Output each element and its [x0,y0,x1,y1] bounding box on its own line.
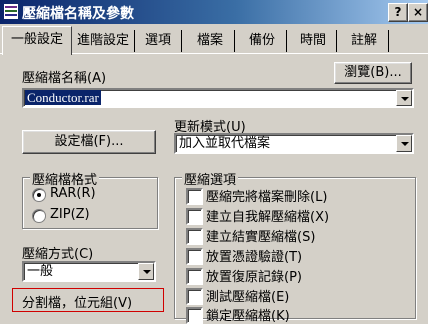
zip-radio[interactable] [32,209,46,223]
put-authenticity-checkbox[interactable] [186,248,203,265]
create-solid-label[interactable]: 建立結實壓縮檔(S) [206,226,315,245]
delete-after-archiving-label[interactable]: 壓縮完將檔案刪除(L) [206,186,327,205]
rar-radio-label[interactable]: RAR(R) [50,186,96,201]
put-authenticity-label[interactable]: 放置憑證驗證(T) [206,246,302,265]
radio-selected-dot [37,193,41,197]
profiles-button[interactable]: 設定檔(F)... [22,130,156,154]
delete-after-archiving-checkbox[interactable] [186,188,203,205]
winrar-app-icon [4,4,18,19]
zip-radio-label[interactable]: ZIP(Z) [50,207,90,222]
archive-name-dropdown-button[interactable] [396,90,412,106]
create-sfx-label[interactable]: 建立自我解壓縮檔(X) [206,206,329,225]
compression-method-select[interactable]: 一般 [22,261,156,282]
tab-advanced[interactable]: 進階設定 [72,30,135,52]
close-button[interactable]: × [408,3,428,22]
update-mode-select[interactable]: 加入並取代檔案 [174,133,414,154]
tab-comment[interactable]: 註解 [340,30,389,52]
put-recovery-record-label[interactable]: 放置復原記錄(P) [206,266,302,285]
compression-method-label: 壓縮方式(C) [22,247,94,262]
tab-files[interactable]: 檔案 [186,30,235,52]
update-mode-dropdown-button[interactable] [396,135,412,152]
tab-options[interactable]: 選項 [135,30,182,52]
archive-name-field[interactable]: Conductor.rar [22,88,414,108]
rar-radio[interactable] [32,188,46,202]
update-mode-value: 加入並取代檔案 [179,136,271,151]
tab-time[interactable]: 時間 [290,30,337,52]
split-volumes-label: 分割檔，位元組(V) [22,296,133,311]
put-recovery-record-checkbox[interactable] [186,268,203,285]
compression-method-value: 一般 [27,264,54,279]
tab-backup[interactable]: 備份 [238,30,287,52]
window-title: 壓縮檔名稱及參數 [22,6,134,22]
browse-button[interactable]: 瀏覽(B)... [334,62,412,84]
create-solid-checkbox[interactable] [186,228,203,245]
create-sfx-checkbox[interactable] [186,208,203,225]
compression-method-dropdown-button[interactable] [138,263,154,280]
test-archive-label[interactable]: 測試壓縮檔(E) [206,286,289,305]
archive-name-value: Conductor.rar [25,90,101,105]
lock-archive-label[interactable]: 鎖定壓縮檔(K) [206,305,290,324]
archive-name-label: 壓縮檔名稱(A) [22,71,107,86]
tab-general[interactable]: 一般設定 [2,26,72,55]
help-button[interactable]: ? [388,3,408,22]
test-archive-checkbox[interactable] [186,288,203,305]
